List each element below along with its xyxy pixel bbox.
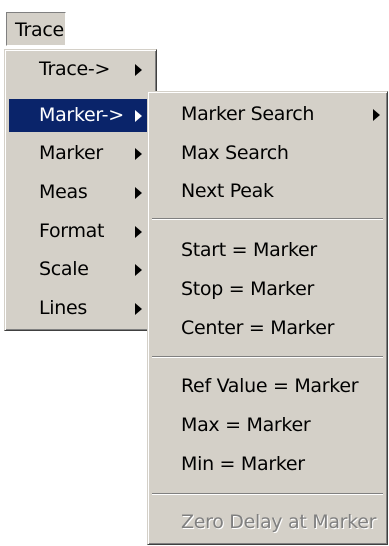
menu-item-lines[interactable]: Lines: [9, 292, 152, 325]
menu-item-marker[interactable]: Marker: [9, 137, 152, 170]
menu-item-label: Meas: [39, 181, 88, 203]
menu-item-max-search[interactable]: Max Search: [152, 137, 383, 170]
screen: Trace Trace-> Marker-> Marker Meas Forma…: [0, 0, 389, 546]
menu-item-marker-search[interactable]: Marker Search: [152, 98, 383, 131]
menu-item-start-equals-marker[interactable]: Start = Marker: [152, 234, 383, 267]
trace-menu: Trace-> Marker-> Marker Meas Format Scal…: [4, 49, 157, 331]
menu-item-label: Scale: [39, 258, 89, 280]
submenu-arrow-icon: [135, 303, 142, 315]
menu-item-label: Zero Delay at Marker: [181, 511, 377, 533]
menu-item-label: Lines: [39, 297, 87, 319]
menu-item-label: Center = Marker: [181, 317, 335, 339]
menu-item-meas[interactable]: Meas: [9, 176, 152, 209]
trace-menu-button[interactable]: Trace: [6, 12, 66, 46]
menu-item-label: Max Search: [181, 142, 289, 164]
submenu-arrow-icon: [135, 148, 142, 160]
menu-item-label: Start = Marker: [181, 239, 317, 261]
menu-item-format[interactable]: Format: [9, 215, 152, 248]
submenu-arrow-icon: [135, 264, 142, 276]
submenu-arrow-icon: [135, 110, 142, 122]
menu-item-min-equals-marker[interactable]: Min = Marker: [152, 448, 383, 481]
trace-menu-title: Trace: [15, 19, 64, 41]
menu-separator: [152, 356, 383, 358]
menu-item-zero-delay-at-marker: Zero Delay at Marker: [152, 506, 383, 539]
menu-item-next-peak[interactable]: Next Peak: [152, 175, 383, 208]
submenu-arrow-icon: [135, 64, 142, 76]
menu-item-label: Ref Value = Marker: [181, 375, 359, 397]
menu-separator: [152, 218, 383, 220]
menu-item-trace[interactable]: Trace->: [9, 53, 152, 86]
menu-item-label: Marker: [39, 142, 103, 164]
marker-submenu: Marker Search Max Search Next Peak Start…: [147, 91, 388, 545]
menu-item-label: Marker->: [39, 104, 124, 126]
menu-item-label: Trace->: [39, 58, 111, 80]
menu-item-label: Min = Marker: [181, 453, 305, 475]
submenu-arrow-icon: [373, 109, 380, 121]
submenu-arrow-icon: [135, 226, 142, 238]
menu-item-marker-arrow[interactable]: Marker->: [9, 99, 152, 132]
menu-item-scale[interactable]: Scale: [9, 253, 152, 286]
menu-item-stop-equals-marker[interactable]: Stop = Marker: [152, 273, 383, 306]
menu-item-label: Max = Marker: [181, 414, 311, 436]
menu-item-label: Next Peak: [181, 180, 274, 202]
menu-item-label: Marker Search: [181, 103, 315, 125]
menu-item-ref-value-equals-marker[interactable]: Ref Value = Marker: [152, 370, 383, 403]
menu-item-max-equals-marker[interactable]: Max = Marker: [152, 409, 383, 442]
menu-separator: [152, 493, 383, 495]
menu-item-center-equals-marker[interactable]: Center = Marker: [152, 312, 383, 345]
menu-item-label: Stop = Marker: [181, 278, 314, 300]
menu-item-label: Format: [39, 220, 105, 242]
submenu-arrow-icon: [135, 187, 142, 199]
